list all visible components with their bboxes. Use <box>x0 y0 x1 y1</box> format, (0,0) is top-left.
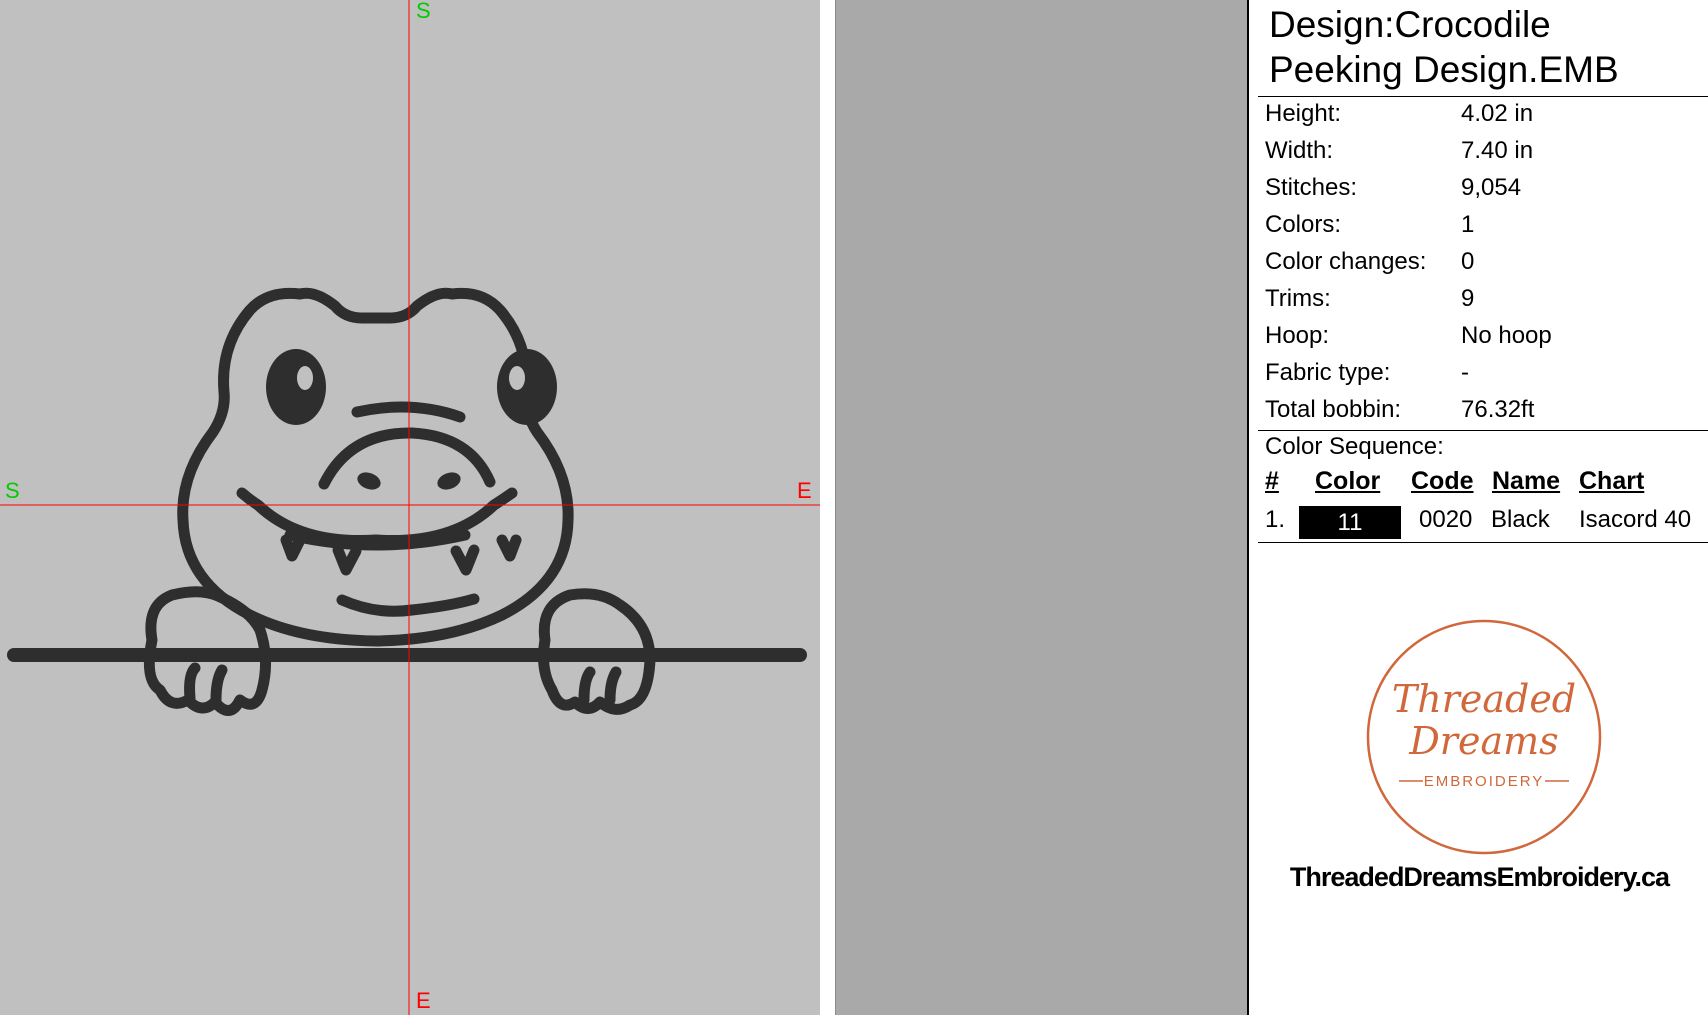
divider <box>1258 430 1708 431</box>
value-total-bobbin: 76.32ft <box>1461 396 1535 423</box>
axis-label-top: S <box>416 0 431 23</box>
col-header-num: # <box>1265 467 1279 495</box>
axis-label-left: S <box>5 478 20 503</box>
value-hoop: No hoop <box>1461 322 1552 349</box>
label-total-bobbin: Total bobbin: <box>1265 396 1402 423</box>
color-sequence-title: Color Sequence: <box>1265 433 1444 460</box>
color-swatch: 11 <box>1299 506 1401 539</box>
value-fabric-type: - <box>1461 359 1469 386</box>
value-height: 4.02 in <box>1461 100 1534 127</box>
logo-line3: EMBROIDERY <box>1424 773 1545 790</box>
value-width: 7.40 in <box>1461 137 1534 164</box>
label-trims: Trims: <box>1265 285 1331 312</box>
design-title-line2: Peeking Design.EMB <box>1269 49 1619 90</box>
label-colors: Colors: <box>1265 211 1342 238</box>
col-header-color: Color <box>1315 467 1381 495</box>
design-canvas[interactable]: S S E E <box>0 0 820 1015</box>
logo-line2: Dreams <box>1408 719 1558 763</box>
value-stitches: 9,054 <box>1461 174 1522 201</box>
design-info-panel: Design:Crocodile Peeking Design.EMB Heig… <box>1247 0 1708 1015</box>
divider <box>1258 542 1708 543</box>
label-width: Width: <box>1265 137 1334 164</box>
color-row-name: Black <box>1491 506 1550 533</box>
label-height: Height: <box>1265 100 1342 127</box>
axis-label-right: E <box>797 478 812 503</box>
label-stitches: Stitches: <box>1265 174 1358 201</box>
col-header-chart: Chart <box>1579 467 1645 495</box>
design-title-line1: Design:Crocodile <box>1269 4 1551 45</box>
label-hoop: Hoop: <box>1265 322 1330 349</box>
website-url: ThreadedDreamsEmbroidery.ca <box>1289 862 1670 892</box>
design-title: Design:Crocodile Peeking Design.EMB <box>1269 2 1619 92</box>
label-color-changes: Color changes: <box>1265 248 1427 275</box>
color-row-chart: Isacord 40 <box>1579 506 1692 533</box>
divider <box>1258 96 1708 97</box>
color-row-num: 1. <box>1265 506 1286 533</box>
axis-label-bottom: E <box>416 988 431 1013</box>
label-fabric-type: Fabric type: <box>1265 359 1391 386</box>
col-header-code: Code <box>1411 467 1474 495</box>
value-trims: 9 <box>1461 285 1475 312</box>
empty-preview-pane <box>835 0 1247 1015</box>
logo-line1: Threaded <box>1392 677 1576 721</box>
value-colors: 1 <box>1461 211 1475 238</box>
color-row-code: 0020 <box>1419 506 1473 533</box>
pane-divider <box>820 0 835 1015</box>
value-color-changes: 0 <box>1461 248 1475 275</box>
threaded-dreams-logo: Threaded Dreams EMBROIDERY <box>1366 619 1602 855</box>
crocodile-design <box>0 0 820 1015</box>
col-header-name: Name <box>1492 467 1561 495</box>
